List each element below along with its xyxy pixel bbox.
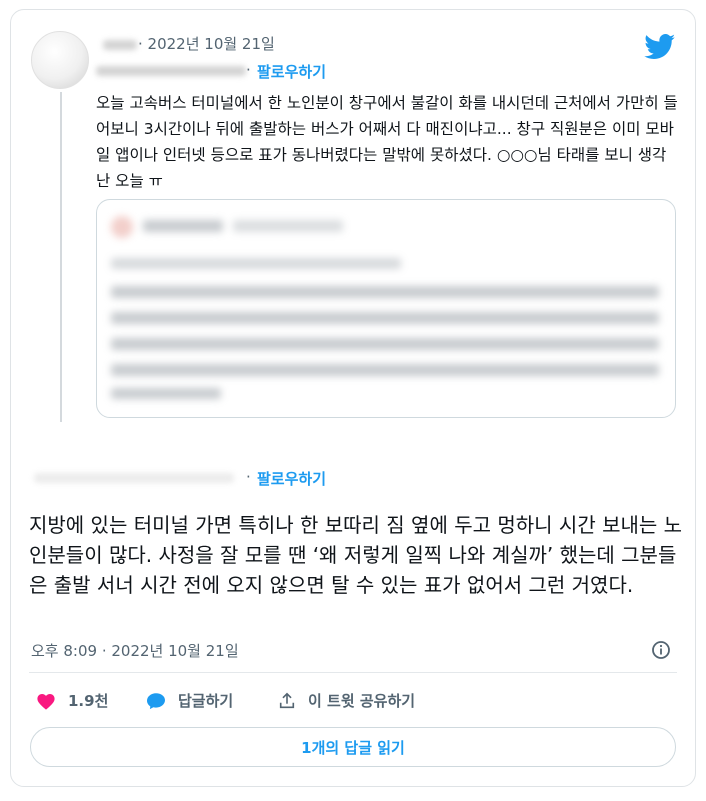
separator-dot: ·: [246, 468, 251, 486]
quoted-tweet-text: 오늘 고속버스 터미널에서 한 노인분이 창구에서 불갈이 화를 내시던데 근처…: [96, 94, 678, 190]
divider: [29, 672, 677, 673]
heart-icon: [36, 692, 56, 710]
embedded-quote-blurred[interactable]: [96, 199, 676, 418]
tweet-timestamp[interactable]: 오후 8:09 · 2022년 10월 21일: [31, 640, 239, 661]
tweet-date[interactable]: · 2022년 10월 21일: [138, 33, 275, 54]
tweet-text: 지방에 있는 터미널 가면 특히나 한 보따리 짐 옆에 두고 멍하니 시간 보…: [29, 513, 683, 597]
avatar[interactable]: [31, 31, 89, 89]
thread-connector: [60, 92, 62, 422]
info-icon[interactable]: [651, 640, 671, 660]
separator-dot: ·: [246, 61, 251, 79]
follow-button[interactable]: 팔로우하기: [257, 468, 326, 489]
share-action[interactable]: 이 트윗 공유하기: [278, 690, 415, 711]
share-icon: [278, 692, 296, 710]
like-count: 1.9천: [68, 692, 109, 710]
author-name-redacted: [34, 473, 234, 483]
username-redacted: [103, 40, 137, 50]
reply-action[interactable]: 답글하기: [146, 690, 233, 711]
reply-label: 답글하기: [178, 692, 234, 710]
handle-redacted: [96, 66, 246, 76]
follow-button[interactable]: 팔로우하기: [257, 61, 326, 82]
reply-bubble-icon: [146, 692, 166, 710]
share-label: 이 트윗 공유하기: [308, 692, 416, 710]
read-replies-button[interactable]: 1개의 답글 읽기: [30, 727, 676, 767]
twitter-icon[interactable]: [644, 34, 676, 60]
like-action[interactable]: 1.9천: [36, 690, 108, 711]
